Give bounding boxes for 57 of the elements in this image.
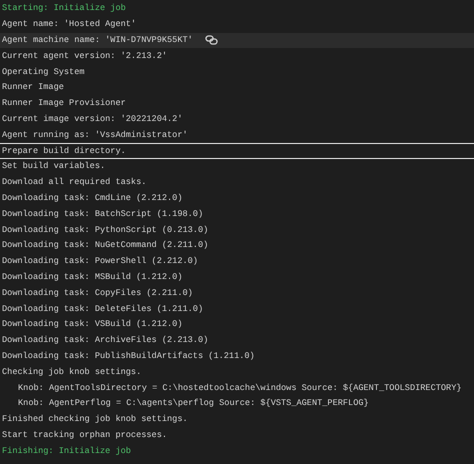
- log-text: Agent name: 'Hosted Agent': [2, 18, 136, 32]
- log-text: Prepare build directory.: [2, 144, 126, 158]
- log-line[interactable]: Download all required tasks.: [0, 174, 474, 191]
- log-line[interactable]: Downloading task: PowerShell (2.212.0): [0, 254, 474, 270]
- log-text: Downloading task: PublishBuildArtifacts (1.211.0): [2, 350, 255, 363]
- log-text: Downloading task: CopyFiles (2.211.0): [2, 286, 193, 300]
- log-line[interactable]: Finishing: Initialize job: [0, 443, 474, 460]
- log-text: Current agent version: '2.213.2': [2, 50, 168, 63]
- log-text: Downloading task: CmdLine (2.212.0): [2, 192, 182, 205]
- log-text: Runner Image: [2, 81, 64, 94]
- log-line[interactable]: Downloading task: BatchScript (1.198.0): [0, 206, 474, 222]
- log-text: Agent running as: 'VssAdministrator': [2, 128, 188, 142]
- log-line[interactable]: Agent name: 'Hosted Agent': [0, 16, 474, 33]
- log-line[interactable]: Downloading task: PublishBuildArtifacts (1.211.0): [0, 348, 474, 364]
- log-text: Downloading task: NuGetCommand (2.211.0): [2, 239, 208, 252]
- log-line[interactable]: Downloading task: NuGetCommand (2.211.0): [0, 238, 474, 254]
- log-line[interactable]: Runner Image Provisioner: [0, 96, 474, 112]
- log-text: Knob: AgentToolsDirectory = C:\hostedtoolcache\windows Source: ${AGENT_TOOLSDIRECTORY}: [17, 382, 462, 395]
- log-text: Checking job knob settings.: [2, 366, 142, 379]
- log-line[interactable]: Runner Image: [0, 80, 474, 96]
- log-line[interactable]: Current image version: '20221204.2': [0, 112, 474, 128]
- log-line[interactable]: Downloading task: VSBuild (1.212.0): [0, 316, 474, 333]
- log-line[interactable]: Start tracking orphan processes.: [0, 428, 474, 444]
- log-line[interactable]: Checking job knob settings.: [0, 364, 474, 380]
- log-line[interactable]: Agent running as: 'VssAdministrator': [0, 127, 474, 144]
- log-text: Runner Image Provisioner: [2, 97, 126, 110]
- log-text: Start tracking orphan processes.: [2, 428, 168, 442]
- log-line[interactable]: Knob: AgentToolsDirectory = C:\hostedtoolcache\windows Source: ${AGENT_TOOLSDIRECTORY}: [0, 380, 474, 396]
- log-text: Agent machine name: 'WIN-D7NVP9K55KT': [2, 34, 193, 47]
- log-text: Operating System: [2, 66, 85, 79]
- log-line[interactable]: Knob: AgentPerflog = C:\agents\perflog Source: ${VSTS_AGENT_PERFLOG}: [0, 396, 474, 412]
- log-text: Knob: AgentPerflog = C:\agents\perflog Source: ${VSTS_AGENT_PERFLOG}: [17, 397, 369, 410]
- log-line[interactable]: Finished checking job knob settings.: [0, 412, 474, 428]
- log-text: Finished checking job knob settings.: [2, 413, 188, 426]
- log-line[interactable]: Downloading task: CmdLine (2.212.0): [0, 190, 474, 206]
- log-text: Finishing: Initialize job: [2, 444, 131, 458]
- log-text: Downloading task: PythonScript (0.213.0): [2, 224, 208, 237]
- log-line[interactable]: Downloading task: MSBuild (1.212.0): [0, 270, 474, 286]
- log-line[interactable]: Set build variables.: [0, 158, 474, 175]
- log-line[interactable]: Downloading task: ArchiveFiles (2.213.0): [0, 332, 474, 349]
- log-text: Starting: Initialize job: [2, 2, 126, 16]
- log-line[interactable]: Downloading task: CopyFiles (2.211.0): [0, 285, 474, 302]
- log-text: Downloading task: MSBuild (1.212.0): [2, 270, 182, 284]
- log-line[interactable]: Current agent version: '2.213.2': [0, 48, 474, 64]
- log-text: Set build variables.: [2, 160, 106, 174]
- log-text: Downloading task: PowerShell (2.212.0): [2, 255, 198, 268]
- log-line[interactable]: Downloading task: DeleteFiles (1.211.0): [0, 301, 474, 317]
- copy-link-icon[interactable]: [204, 35, 218, 46]
- log-text: Downloading task: VSBuild (1.212.0): [2, 318, 182, 332]
- log-text: Download all required tasks.: [2, 176, 146, 190]
- log-text: Downloading task: DeleteFiles (1.211.0): [2, 302, 204, 316]
- log-text: Downloading task: BatchScript (1.198.0): [2, 208, 204, 221]
- log-text: Current image version: '20221204.2': [2, 112, 182, 126]
- log-line[interactable]: Downloading task: PythonScript (0.213.0): [0, 222, 474, 238]
- log-line[interactable]: Operating System: [0, 64, 474, 80]
- log-text: Downloading task: ArchiveFiles (2.213.0): [2, 334, 208, 348]
- log-line[interactable]: Starting: Initialize job: [0, 1, 474, 17]
